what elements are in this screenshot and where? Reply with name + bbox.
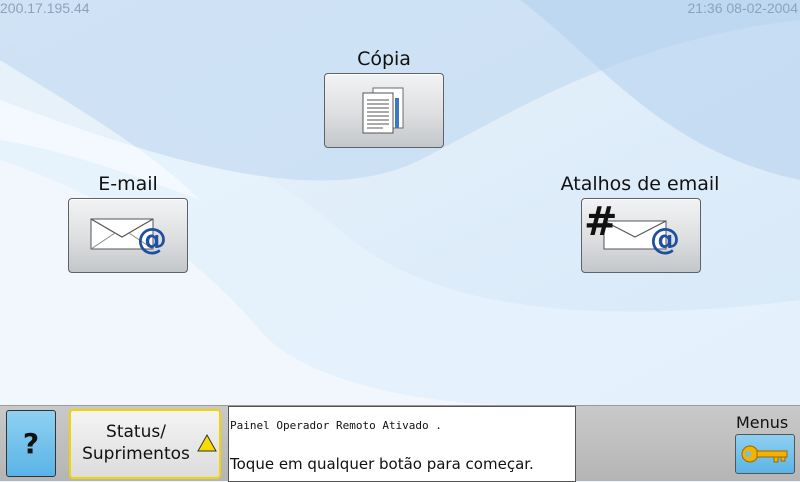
menus-label: Menus: [736, 413, 789, 432]
email-envelope-icon: @: [90, 218, 167, 257]
ip-address: 200.17.195.44: [0, 0, 90, 16]
status-label-line1: Status/: [106, 422, 166, 442]
email-button[interactable]: @: [68, 198, 188, 273]
copy-button[interactable]: [324, 73, 444, 148]
bottom-bar: ? Status/ Suprimentos Painel Operador Re…: [0, 405, 800, 482]
help-button[interactable]: ?: [6, 410, 56, 477]
email-shortcuts-label: Atalhos de email: [560, 173, 720, 195]
status-label-line2: Suprimentos: [82, 444, 190, 464]
status-supplies-label: Status/ Suprimentos: [75, 421, 197, 465]
copy-documents-icon: [362, 87, 404, 134]
email-shortcut-icon: @ #: [584, 199, 680, 257]
svg-text:#: #: [584, 199, 618, 245]
email-label: E-mail: [98, 173, 158, 195]
top-status-bar: 200.17.195.44 21:36 08-02-2004: [0, 0, 800, 18]
status-supplies-button[interactable]: Status/ Suprimentos: [69, 409, 221, 479]
message-remote-panel: Painel Operador Remoto Ativado .: [230, 419, 442, 432]
svg-text:@: @: [650, 222, 680, 257]
email-shortcuts-button[interactable]: @ #: [581, 198, 701, 273]
svg-text:@: @: [137, 222, 167, 257]
message-instruction: Toque em qualquer botão para começar.: [230, 455, 534, 473]
copy-label: Cópia: [357, 48, 411, 70]
warning-triangle-icon: [197, 434, 217, 452]
message-panel: Painel Operador Remoto Ativado . Toque e…: [228, 406, 576, 482]
menus-button[interactable]: [735, 434, 795, 474]
date-time: 21:36 08-02-2004: [687, 0, 798, 16]
key-icon: [741, 445, 788, 463]
